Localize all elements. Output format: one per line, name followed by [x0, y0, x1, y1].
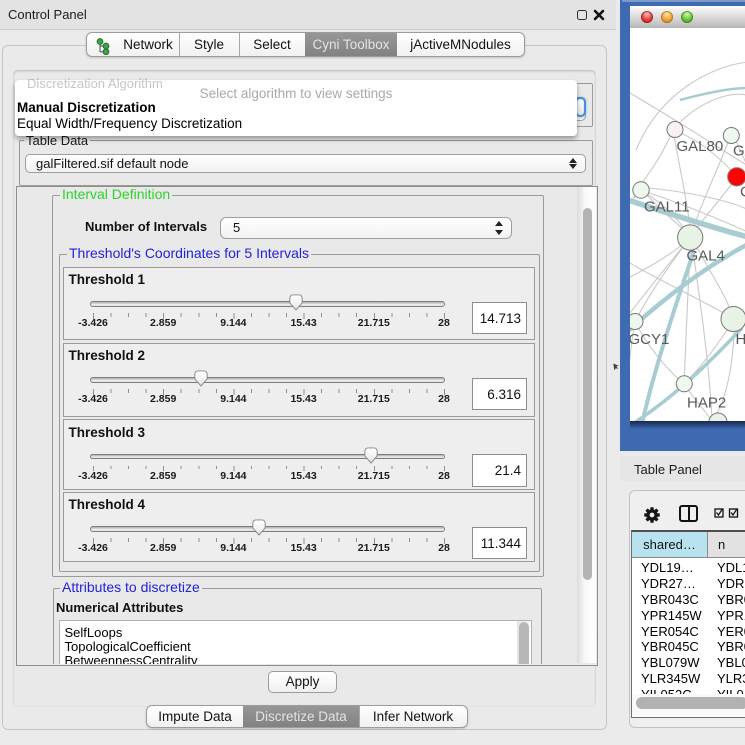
svg-text:C: C [740, 184, 745, 201]
svg-text:H: H [736, 331, 745, 348]
svg-text:GAL80: GAL80 [677, 138, 724, 155]
svg-text:GCY1: GCY1 [630, 331, 669, 348]
svg-text:GA: GA [733, 143, 745, 160]
svg-text:GAL11: GAL11 [644, 199, 690, 216]
svg-text:HAP2: HAP2 [687, 395, 726, 412]
svg-text:GAL4: GAL4 [687, 248, 725, 265]
